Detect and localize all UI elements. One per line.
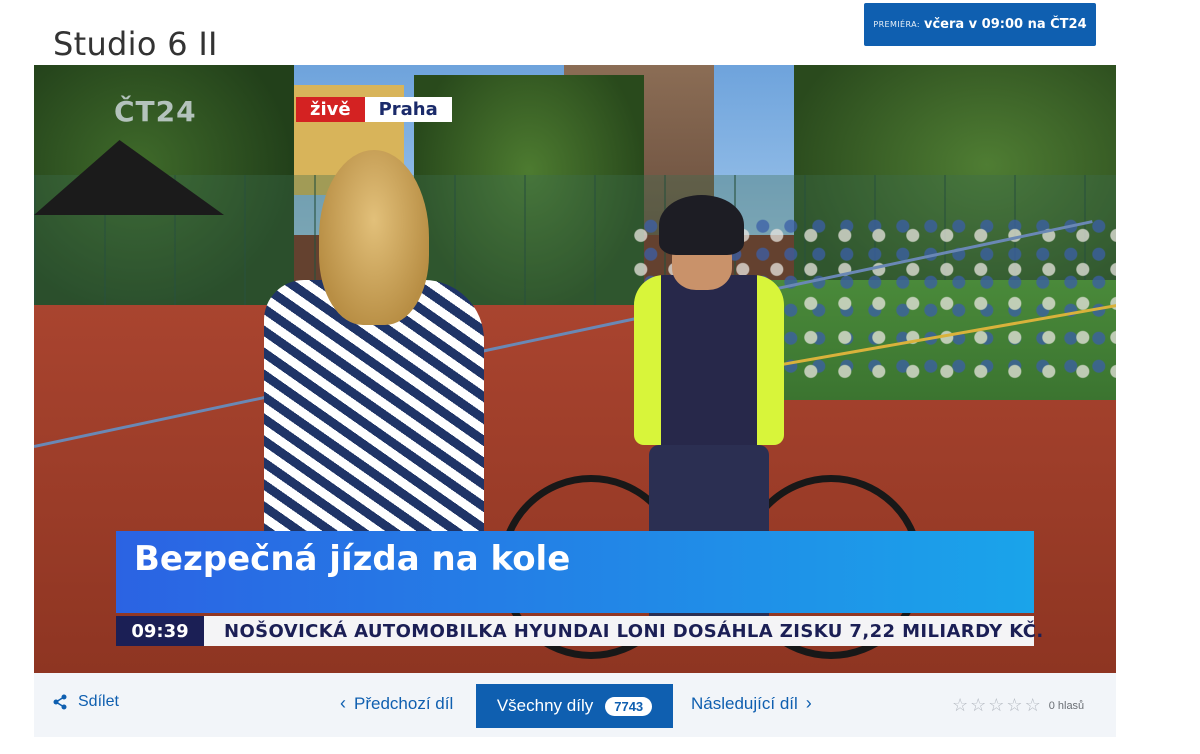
all-episodes-button[interactable]: Všechny díly 7743 [476,684,673,728]
premiere-value: včera v 09:00 na ČT24 [923,17,1087,32]
share-button[interactable]: Sdílet [52,693,119,711]
episode-controls: Sdílet ‹ Předchozí díl Všechny díly 7743… [34,673,1116,737]
live-label: živě [296,97,365,122]
star-outline-icon[interactable]: ☆ [1025,695,1041,716]
reporter-hair [319,150,429,325]
rating-votes: 0 hlasů [1048,699,1085,712]
share-icon [53,694,67,710]
star-outline-icon[interactable]: ☆ [970,695,986,716]
live-badge: živě Praha [296,97,452,122]
previous-episode-label: Předchozí díl [354,693,454,713]
all-episodes-label: Všechny díly [496,696,594,715]
page-title: Studio 6 II [53,25,218,64]
previous-episode-link[interactable]: ‹ Předchozí díl [340,693,453,714]
cyclist-helmet [659,195,744,255]
lower-third-caption: Bezpečná jízda na kole [116,531,1034,613]
star-outline-icon[interactable]: ☆ [988,695,1004,716]
star-outline-icon[interactable]: ☆ [952,695,968,716]
location-label: Praha [364,97,452,122]
rating-widget: ☆ ☆ ☆ ☆ ☆ 0 hlasů [952,695,1084,716]
caption-text: Bezpečná jízda na kole [134,539,571,579]
star-outline-icon[interactable]: ☆ [1006,695,1022,716]
channel-logo: ČT24 [114,95,197,128]
share-label: Sdílet [78,693,119,710]
video-player[interactable]: ČT24 živě Praha Bezpečná jízda na kole 0… [34,65,1116,673]
premiere-label: PREMIÉRA: [873,20,920,29]
premiere-badge: PREMIÉRA: včera v 09:00 na ČT24 [864,3,1096,46]
ticker-text: NOŠOVICKÁ AUTOMOBILKA HYUNDAI LONI DOSÁH… [224,620,1044,642]
chevron-right-icon: › [805,693,812,713]
chevron-left-icon: ‹ [340,693,346,713]
ticker-time: 09:39 [116,616,204,646]
next-episode-label: Následující díl [691,693,798,713]
cyclist-jersey [634,275,784,445]
next-episode-link[interactable]: Následující díl › [691,693,812,714]
episode-count-badge: 7743 [605,696,653,716]
news-ticker: 09:39 NOŠOVICKÁ AUTOMOBILKA HYUNDAI LONI… [116,616,1043,646]
